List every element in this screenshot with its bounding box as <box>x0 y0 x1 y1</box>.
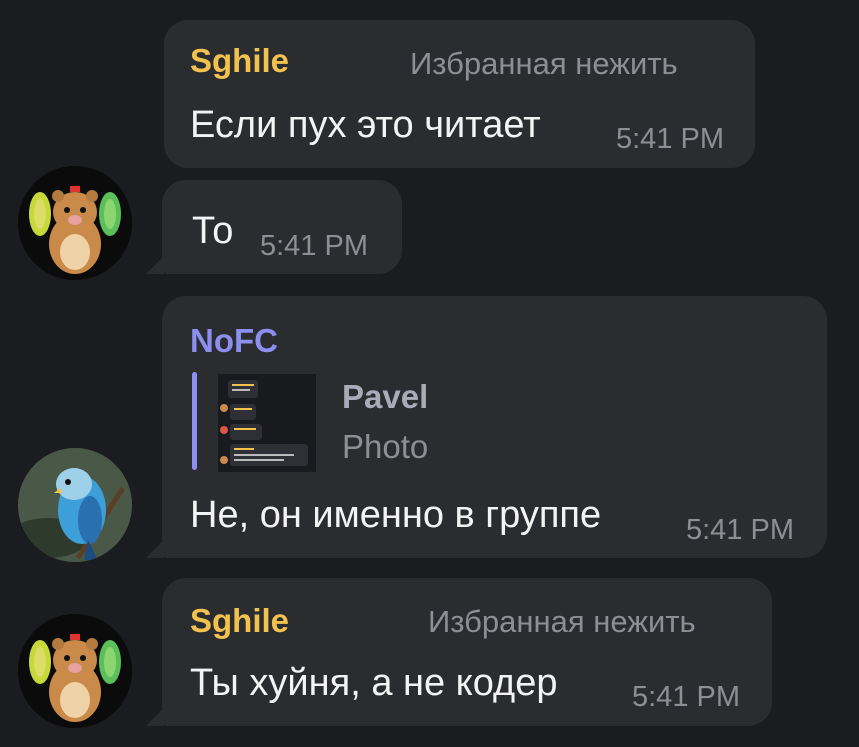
message-text: Ты хуйня, а не кодер <box>190 662 558 704</box>
reply-author: Pavel <box>342 378 429 415</box>
hamster-avatar[interactable] <box>18 614 132 728</box>
chat-view: Sghile Избранная нежить Если пух это чит… <box>0 0 859 747</box>
reply-preview[interactable]: Pavel Photo <box>190 372 590 472</box>
reply-text: Photo <box>342 428 429 465</box>
hamster-avatar[interactable] <box>18 166 132 280</box>
author-rank: Избранная нежить <box>410 46 678 81</box>
reply-bar <box>192 372 197 470</box>
message-time: 5:41 PM <box>632 681 740 713</box>
message-text: То <box>192 210 234 252</box>
hamster-icon <box>18 614 132 728</box>
photo-thumbnail-icon <box>218 374 316 472</box>
message-time: 5:41 PM <box>260 230 368 262</box>
message-text: Если пух это читает <box>190 104 541 146</box>
budgie-icon <box>18 448 132 562</box>
message-bubble[interactable]: NoFC Pavel Photo Не, он именно в группе … <box>162 296 827 558</box>
author-name[interactable]: NoFC <box>190 322 278 360</box>
author-name[interactable]: Sghile <box>190 602 289 640</box>
budgie-avatar[interactable] <box>18 448 132 562</box>
message-bubble[interactable]: Sghile Избранная нежить Ты хуйня, а не к… <box>162 578 772 726</box>
author-rank: Избранная нежить <box>428 604 696 639</box>
message-time: 5:41 PM <box>686 514 794 546</box>
message-bubble[interactable]: Sghile Избранная нежить Если пух это чит… <box>164 20 755 168</box>
message-bubble[interactable]: То 5:41 PM <box>162 180 402 274</box>
reply-thumbnail <box>218 374 316 472</box>
message-text: Не, он именно в группе <box>190 494 602 536</box>
hamster-icon <box>18 166 132 280</box>
author-name[interactable]: Sghile <box>190 42 289 80</box>
message-time: 5:41 PM <box>616 123 724 155</box>
